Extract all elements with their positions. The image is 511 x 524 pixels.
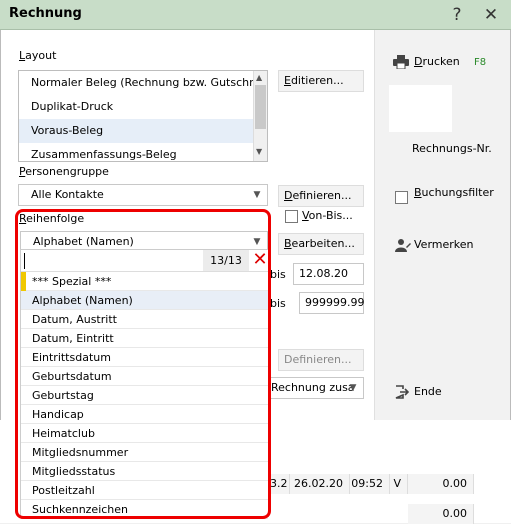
- personengruppe-value: Alle Kontakte: [31, 188, 104, 201]
- print-shortcut: F8: [474, 57, 487, 68]
- close-icon[interactable]: ✕: [479, 3, 503, 27]
- von-bis-label[interactable]: Von-Bis...: [302, 209, 353, 222]
- layout-listbox[interactable]: Normaler Beleg (Rechnung bzw. Gutschrift…: [18, 70, 268, 162]
- personengruppe-select[interactable]: Alle Kontakte ▼: [18, 184, 268, 206]
- table-cell: V: [390, 474, 408, 494]
- number-to-field[interactable]: 999999.99: [299, 292, 365, 314]
- scroll-up-icon[interactable]: ▲: [256, 73, 262, 82]
- layout-item[interactable]: Zusammenfassungs-Beleg: [19, 143, 267, 161]
- highlight-frame: [15, 209, 271, 519]
- bis-label: bis: [270, 297, 286, 310]
- layout-label: Layout: [19, 49, 57, 62]
- define-button-disabled: Definieren...: [278, 349, 364, 371]
- table-cell: 0.00: [408, 474, 474, 494]
- exit-icon[interactable]: [395, 385, 410, 399]
- user-edit-icon[interactable]: [395, 238, 411, 252]
- rechnung-select[interactable]: Rechnung zusa ▼: [268, 377, 364, 399]
- print-button[interactable]: Drucken: [414, 52, 460, 72]
- table-cell: 09:52: [350, 474, 390, 494]
- vermerken-button[interactable]: Vermerken: [414, 235, 474, 255]
- layout-item[interactable]: Duplikat-Druck: [19, 95, 267, 119]
- ende-button[interactable]: Ende: [414, 382, 442, 402]
- table-cell: 26.02.20: [290, 474, 350, 494]
- table-cell: 3.2: [270, 474, 290, 494]
- layout-item-selected[interactable]: Voraus-Beleg: [19, 119, 267, 143]
- rechnungs-nr-label: Rechnungs-Nr.: [412, 142, 492, 155]
- scroll-down-icon[interactable]: ▼: [256, 147, 262, 156]
- layout-item[interactable]: Normaler Beleg (Rechnung bzw. Gutschrift…: [19, 71, 267, 95]
- personengruppe-label: Personengruppe: [19, 165, 109, 178]
- window-title: Rechnung: [9, 6, 82, 21]
- buchungsfilter-checkbox[interactable]: [395, 191, 408, 204]
- table-cell: 0.00: [408, 504, 474, 524]
- scroll-thumb[interactable]: [255, 85, 266, 129]
- layout-scrollbar[interactable]: ▲ ▼: [253, 71, 267, 161]
- layout-edit-button[interactable]: Editieren...: [278, 70, 364, 92]
- von-bis-checkbox[interactable]: [285, 210, 298, 223]
- rechnungs-nr-box: [389, 85, 452, 132]
- printer-icon[interactable]: [393, 55, 409, 70]
- chevron-down-icon: ▼: [349, 383, 357, 393]
- help-icon[interactable]: ?: [445, 3, 469, 27]
- reihenfolge-edit-button[interactable]: Bearbeiten...: [278, 233, 364, 255]
- rechnung-select-value: Rechnung zusa: [271, 381, 355, 394]
- date-to-field[interactable]: 12.08.20: [293, 263, 364, 285]
- personengruppe-define-button[interactable]: Definieren...: [278, 185, 364, 207]
- buchungsfilter-label[interactable]: Buchungsfilter: [414, 183, 494, 203]
- bis-label: bis: [270, 268, 286, 281]
- chevron-down-icon: ▼: [253, 190, 261, 200]
